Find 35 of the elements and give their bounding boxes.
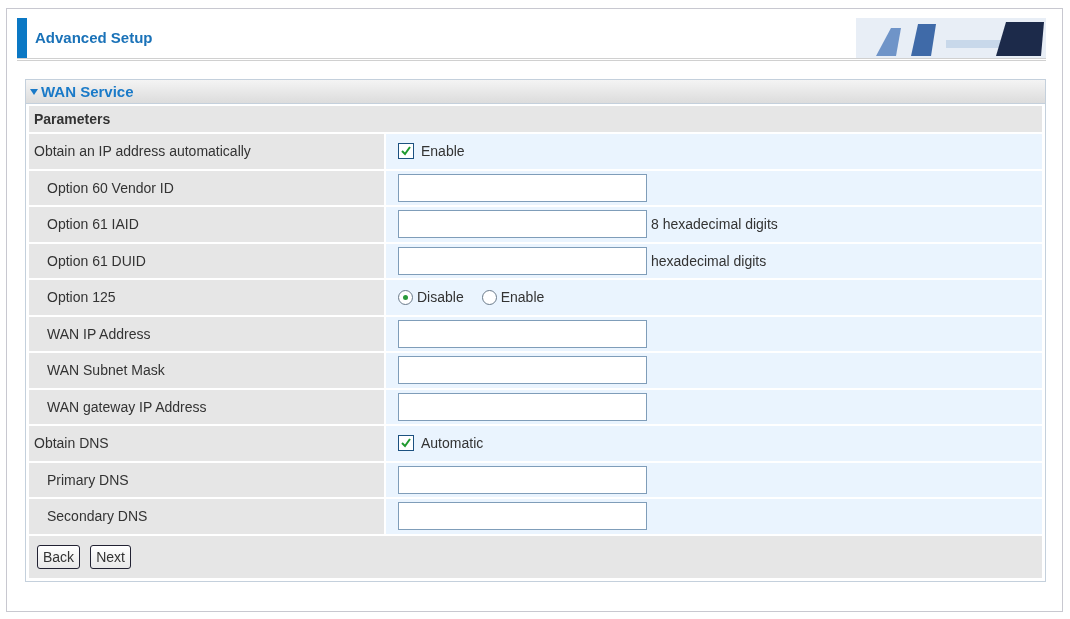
input-field[interactable] [398,319,647,348]
field-label: Option 125 [29,280,384,315]
input-field[interactable] [398,173,647,202]
subsection-title: Parameters [29,106,1042,132]
input-field[interactable] [398,465,647,494]
radio-label: Disable [417,289,464,306]
field-hint: hexadecimal digits [651,252,767,269]
section-header[interactable]: WAN Service [26,80,1045,104]
field-label: WAN gateway IP Address [29,389,384,424]
input-field[interactable] [398,246,647,275]
field-label: Option 61 DUID [29,243,384,278]
field-label: WAN Subnet Mask [29,353,384,388]
section-title: WAN Service [41,83,134,100]
field-label: Primary DNS [29,462,384,497]
field-hint: 8 hexadecimal digits [651,216,778,233]
field-label: Option 61 IAID [29,207,384,242]
nav-button[interactable]: Back [37,544,81,569]
nav-button[interactable]: Next [90,544,131,569]
radio-button[interactable] [398,289,413,305]
field-label: Secondary DNS [29,499,384,534]
checkbox[interactable] [398,143,414,160]
checkbox[interactable] [398,435,414,452]
field-label: Obtain an IP address automatically [29,134,384,169]
input-field[interactable] [398,210,647,239]
radio-label: Enable [500,289,545,306]
page-title: Advanced Setup [17,17,153,58]
field-label: Obtain DNS [29,426,384,461]
field-label: WAN IP Address [29,316,384,351]
checkbox-label: Enable [421,143,465,160]
input-field[interactable] [398,502,647,531]
radio-button[interactable] [481,289,497,305]
input-field[interactable] [398,392,647,421]
field-label: Option 60 Vendor ID [29,170,384,205]
checkbox-label: Automatic [421,435,484,452]
input-field[interactable] [398,356,647,385]
